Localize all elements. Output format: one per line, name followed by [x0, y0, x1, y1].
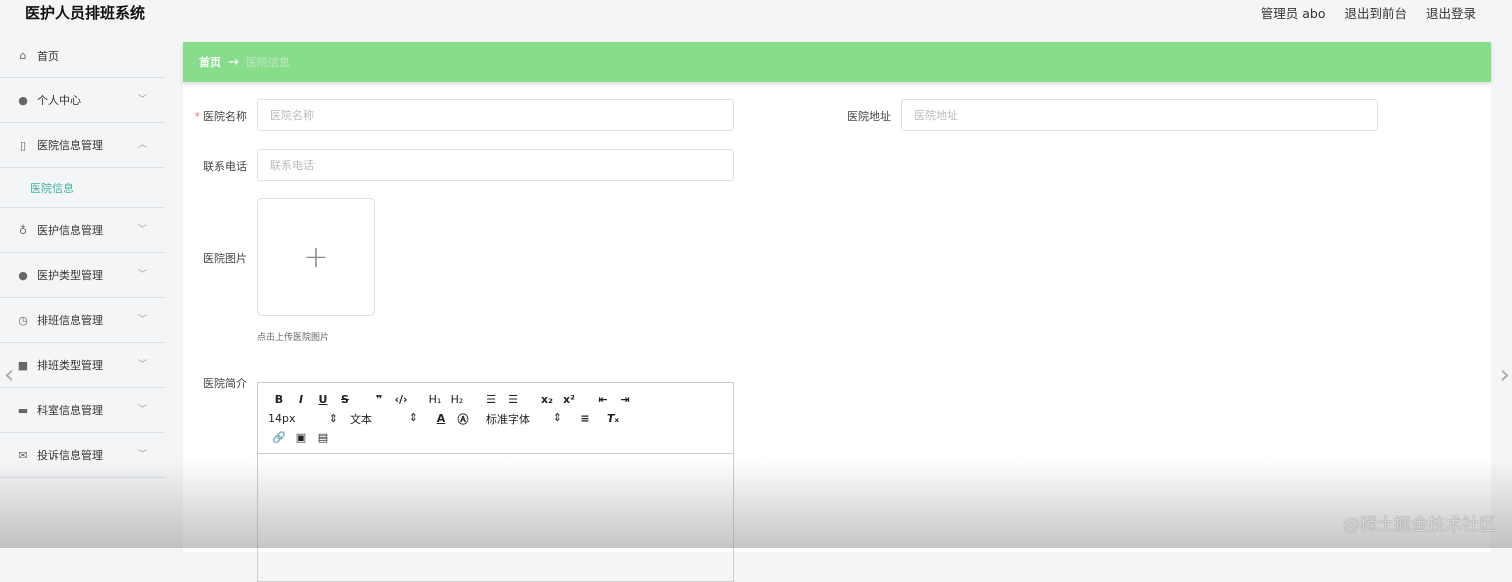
app-title: 医护人员排班系统: [25, 4, 146, 22]
sidebar-item-medical[interactable]: ♁ 医护信息管理 ﹀: [0, 208, 165, 253]
microphone-icon: ♁: [18, 223, 28, 237]
sidebar-item-label: 医护信息管理: [37, 224, 103, 237]
chevron-down-icon: ﹀: [138, 95, 148, 105]
mail-icon: ✉: [18, 448, 28, 462]
font-family-select[interactable]: 标准字体 ⇕: [486, 411, 562, 427]
phone-input[interactable]: 联系电话: [257, 149, 734, 181]
background-color-icon[interactable]: Ⓐ: [452, 411, 474, 427]
h1-icon[interactable]: H₁: [424, 393, 446, 406]
ordered-list-icon[interactable]: ☰: [480, 393, 502, 406]
indent-icon[interactable]: ⇥: [614, 393, 636, 406]
hospital-address-label: 医院地址: [847, 110, 891, 123]
watermark: @稀土掘金技术社区: [1343, 515, 1496, 535]
sidebar-item-schedule[interactable]: ◷ 排班信息管理 ﹀: [0, 298, 165, 343]
hospital-name-label: * 医院名称: [194, 110, 248, 123]
chevron-down-icon: ﹀: [138, 360, 148, 370]
hospital-name-input[interactable]: 医院名称: [257, 99, 734, 131]
chat-icon: ▬: [17, 403, 29, 417]
prev-arrow-icon[interactable]: ‹: [4, 360, 14, 390]
sidebar-item-label: 投诉信息管理: [37, 449, 103, 462]
upload-hint: 点击上传医院图片: [257, 333, 330, 343]
editor-toolbar: B I U S ❞ ‹/› H₁ H₂ ☰ ☰ x₂ x² ⇤ ⇥ 14px ⇕ …: [258, 383, 733, 454]
quote-icon[interactable]: ❞: [368, 393, 390, 406]
user-icon: ●: [18, 93, 28, 107]
chevron-down-icon: ﹀: [138, 225, 148, 235]
link-icon[interactable]: 🔗: [268, 431, 290, 444]
sidebar-item-personal[interactable]: ● 个人中心 ﹀: [0, 78, 165, 123]
video-icon[interactable]: ▤: [312, 431, 334, 444]
breadcrumb-arrow: →: [228, 54, 239, 70]
image-icon[interactable]: ▣: [290, 431, 312, 444]
sidebar-item-label: 科室信息管理: [37, 404, 103, 417]
sidebar-item-department[interactable]: ▬ 科室信息管理 ﹀: [0, 388, 165, 433]
mic-icon: ▯: [19, 138, 27, 152]
hospital-address-input[interactable]: 医院地址: [901, 99, 1378, 131]
chevron-down-icon: ﹀: [138, 315, 148, 325]
sidebar-item-label: 排班信息管理: [37, 314, 103, 327]
superscript-icon[interactable]: x²: [558, 393, 580, 406]
sidebar-item-medical-type[interactable]: ● 医护类型管理 ﹀: [0, 253, 165, 298]
exit-to-front-link[interactable]: 退出到前台: [1344, 3, 1407, 22]
chevron-down-icon: ﹀: [138, 270, 148, 280]
breadcrumb-current: 医院信息: [245, 56, 290, 69]
clock-icon: ◷: [18, 313, 28, 327]
sidebar-item-label: 排班类型管理: [37, 359, 103, 372]
top-bar: 医护人员排班系统 管理员 abo 退出到前台 退出登录: [0, 0, 1512, 30]
outdent-icon[interactable]: ⇤: [592, 393, 614, 406]
font-color-icon[interactable]: A: [430, 412, 452, 425]
rich-text-editor: B I U S ❞ ‹/› H₁ H₂ ☰ ☰ x₂ x² ⇤ ⇥ 14px ⇕ …: [257, 382, 734, 582]
sidebar-item-home[interactable]: ⌂ 首页: [0, 34, 165, 78]
sidebar-item-hospital[interactable]: ▯ 医院信息管理 ︿: [0, 123, 165, 168]
sidebar-subitem-hospital-info[interactable]: 医院信息: [0, 168, 165, 208]
next-arrow-icon[interactable]: ›: [1500, 360, 1510, 390]
sidebar: ⌂ 首页 ● 个人中心 ﹀ ▯ 医院信息管理 ︿ 医院信息 ♁ 医护信息管理 ﹀ ● 医护类型管…: [0, 34, 165, 478]
block-format-select[interactable]: 文本 ⇕: [350, 411, 418, 427]
italic-icon[interactable]: I: [290, 393, 312, 406]
bulb-icon: ●: [18, 268, 28, 282]
breadcrumb: 首页 → 医院信息: [183, 42, 1491, 82]
sidebar-item-schedule-type[interactable]: ■ 排班类型管理 ﹀: [0, 343, 165, 388]
plus-icon: +: [303, 239, 329, 275]
sidebar-item-label: 医护类型管理: [37, 269, 103, 282]
sidebar-item-label: 个人中心: [37, 94, 81, 107]
editor-content[interactable]: [258, 454, 733, 582]
font-size-select[interactable]: 14px ⇕: [268, 412, 338, 425]
strike-icon[interactable]: S: [334, 393, 356, 406]
sidebar-item-complaint[interactable]: ✉ 投诉信息管理 ﹀: [0, 433, 165, 478]
tag-icon: ■: [17, 358, 29, 372]
sidebar-item-label: 医院信息管理: [37, 139, 103, 152]
chevron-up-icon: ︿: [138, 140, 148, 150]
phone-label: 联系电话: [203, 160, 247, 173]
home-icon: ⌂: [19, 49, 27, 62]
breadcrumb-home[interactable]: 首页: [199, 54, 221, 70]
logout-link[interactable]: 退出登录: [1426, 3, 1476, 22]
clear-format-icon[interactable]: Tₓ: [602, 412, 624, 425]
underline-icon[interactable]: U: [312, 393, 334, 406]
hospital-image-label: 医院图片: [203, 252, 247, 265]
admin-user: 管理员 abo: [1260, 6, 1326, 21]
chevron-down-icon: ﹀: [138, 450, 148, 460]
bold-icon[interactable]: B: [268, 393, 290, 406]
intro-label: 医院简介: [203, 377, 247, 390]
bullet-list-icon[interactable]: ☰: [502, 393, 524, 406]
align-icon[interactable]: ≡: [574, 412, 596, 425]
h2-icon[interactable]: H₂: [446, 393, 468, 406]
code-icon[interactable]: ‹/›: [390, 393, 412, 406]
sidebar-item-label: 首页: [37, 49, 59, 63]
main-content: 首页 → 医院信息 * 医院名称 医院名称 医院地址 医院地址 联系电话 联系电话…: [183, 42, 1491, 582]
chevron-down-icon: ﹀: [138, 405, 148, 415]
image-upload-button[interactable]: +: [257, 198, 375, 316]
subscript-icon[interactable]: x₂: [536, 393, 558, 406]
